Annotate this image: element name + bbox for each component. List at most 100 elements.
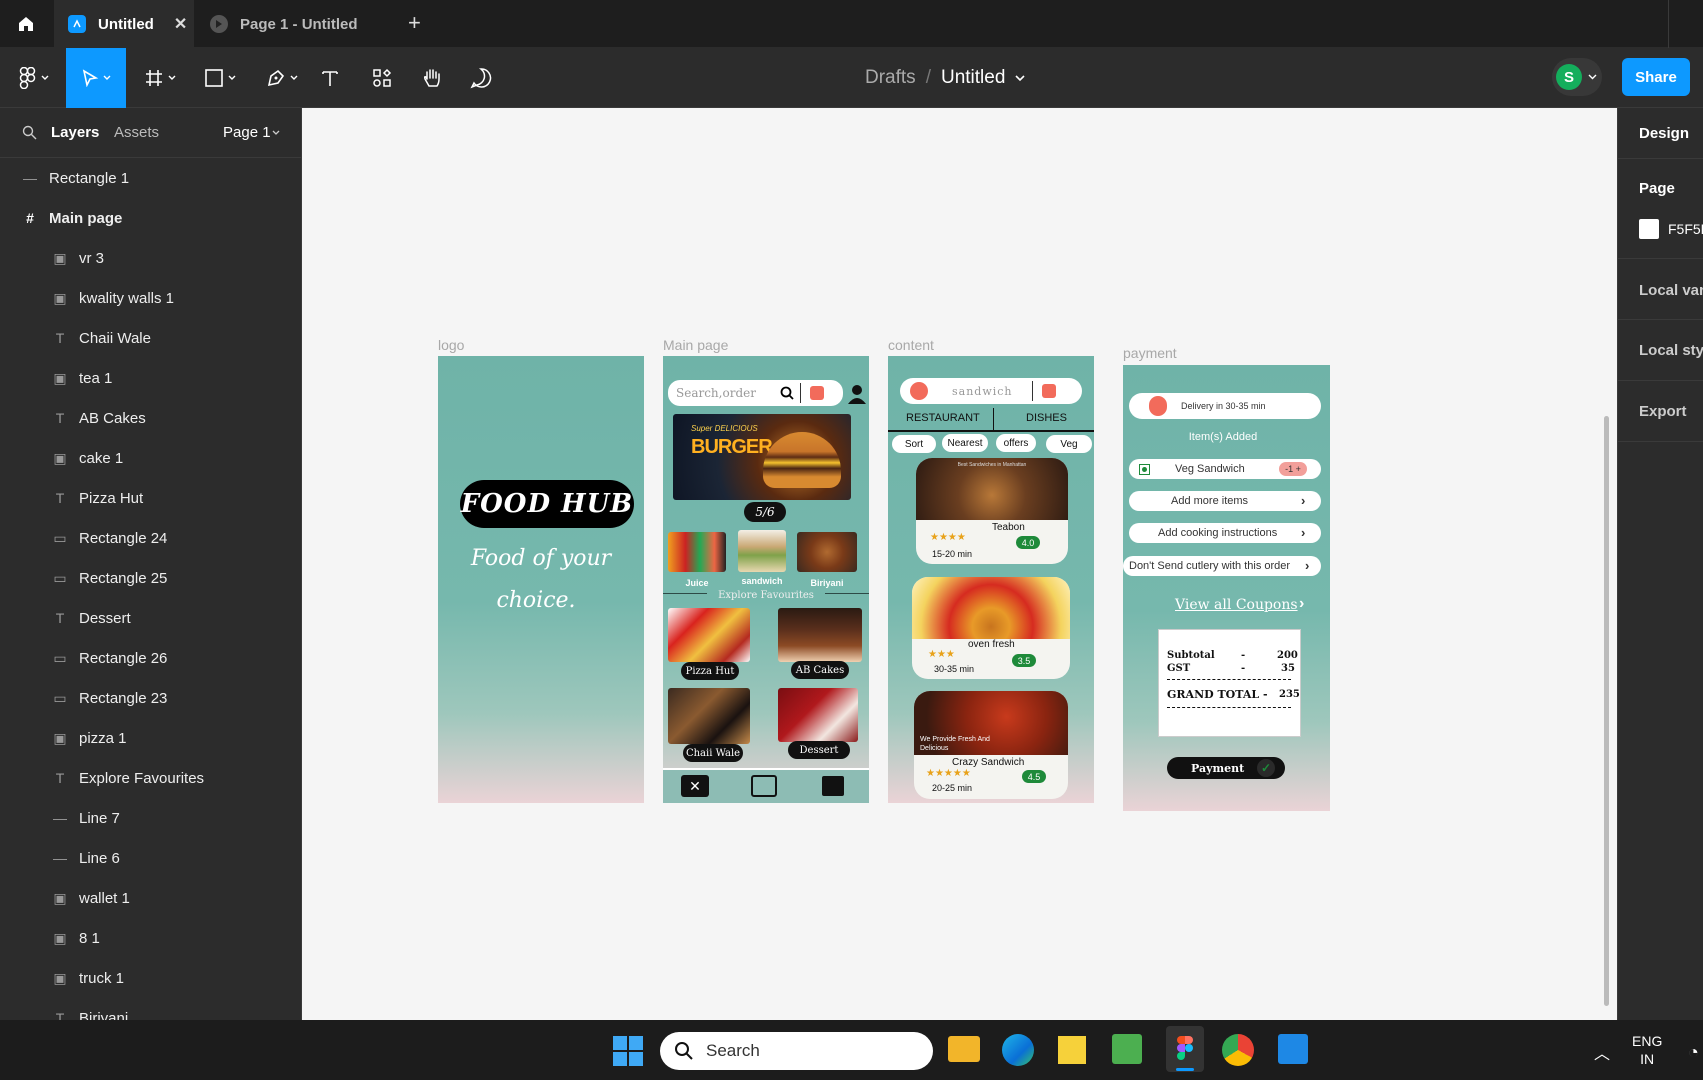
quantity-stepper[interactable]: -1 + (1279, 462, 1307, 476)
view-coupons-link[interactable]: View all Coupons (1175, 597, 1298, 613)
layer-row[interactable]: ▣ tea 1 (0, 358, 301, 398)
restaurant-card[interactable]: oven fresh ★★★ 3.5 30-35 min (912, 577, 1070, 679)
file-explorer-icon[interactable] (948, 1036, 980, 1062)
filter-offers[interactable]: offers (996, 434, 1036, 452)
burger-banner[interactable]: Super DELICIOUS BURGER (673, 414, 851, 500)
local-styles[interactable]: Local styles (1639, 342, 1703, 359)
cutlery-option[interactable]: Don't Send cutlery with this order › (1123, 556, 1321, 576)
layer-row[interactable]: ▭ Rectangle 23 (0, 678, 301, 718)
mic-icon[interactable] (810, 386, 824, 400)
pizza-image[interactable] (668, 608, 750, 662)
layer-row[interactable]: ▭ Rectangle 25 (0, 558, 301, 598)
layer-row[interactable]: ▣ pizza 1 (0, 718, 301, 758)
layer-row[interactable]: ▣ wallet 1 (0, 878, 301, 918)
figma-taskbar-icon[interactable] (1166, 1026, 1204, 1072)
add-more-items-button[interactable]: Add more items › (1129, 491, 1321, 511)
tab-layers[interactable]: Layers (51, 124, 99, 141)
windows-start-icon[interactable] (613, 1036, 643, 1066)
layer-row[interactable]: ▣ 8 1 (0, 918, 301, 958)
resources-tool-button[interactable] (370, 48, 394, 108)
profile-icon[interactable] (847, 383, 867, 405)
frame-label-payment[interactable]: payment (1123, 345, 1177, 361)
maps-icon[interactable] (1278, 1034, 1308, 1064)
truck-icon[interactable] (751, 775, 777, 797)
restaurant-card[interactable]: Best Sandwiches in Manhattan Teabon ★★★★… (916, 458, 1068, 564)
layer-row[interactable]: T Chaii Wale (0, 318, 301, 358)
layer-row[interactable]: — Line 6 (0, 838, 301, 878)
tab-assets[interactable]: Assets (114, 124, 159, 141)
file-name[interactable]: Untitled (941, 67, 1005, 89)
user-menu[interactable]: S (1552, 58, 1602, 96)
new-tab-icon[interactable]: + (408, 10, 421, 36)
layer-row[interactable]: # Main page (0, 198, 301, 238)
logo-frame[interactable]: FOOD HUB Food of your choice. (438, 356, 644, 803)
layer-row[interactable]: — Rectangle 1 (0, 158, 301, 198)
layer-row[interactable]: T AB Cakes (0, 398, 301, 438)
edge-icon[interactable] (1002, 1034, 1034, 1066)
back-icon[interactable] (1149, 396, 1167, 416)
layer-row[interactable]: ▣ cake 1 (0, 438, 301, 478)
wallet-icon[interactable] (822, 776, 844, 796)
comment-tool-button[interactable] (468, 48, 494, 108)
tab-page1[interactable]: Page 1 - Untitled (196, 0, 391, 48)
hand-tool-button[interactable] (418, 48, 446, 108)
tab-dishes[interactable]: DISHES (1026, 412, 1067, 424)
main-menu-button[interactable] (14, 48, 54, 108)
page-selector[interactable]: Page 1 (223, 124, 271, 141)
layer-row[interactable]: ▣ kwality walls 1 (0, 278, 301, 318)
layer-row[interactable]: T Pizza Hut (0, 478, 301, 518)
frame-label-main[interactable]: Main page (663, 337, 728, 353)
frame-label-content[interactable]: content (888, 337, 934, 353)
wifi-icon[interactable]: ◔ (1688, 1042, 1703, 1058)
dining-icon[interactable]: ✕ (681, 775, 709, 797)
filter-nearest[interactable]: Nearest (942, 434, 988, 452)
pen-tool-button[interactable] (260, 48, 304, 108)
layer-row[interactable]: ▭ Rectangle 26 (0, 638, 301, 678)
layer-row[interactable]: ▣ truck 1 (0, 958, 301, 998)
mic-icon[interactable] (1042, 384, 1056, 398)
restaurant-card[interactable]: We Provide Fresh And Delicious Crazy San… (914, 691, 1068, 799)
back-icon[interactable] (910, 382, 928, 400)
chevron-down-icon[interactable] (272, 130, 280, 136)
search-input[interactable]: Search,order (676, 386, 756, 400)
juice-image[interactable] (668, 532, 726, 572)
cake-image[interactable] (778, 608, 862, 662)
page-color-value[interactable]: F5F5F5 (1668, 221, 1703, 237)
shape-tool-button[interactable] (198, 48, 242, 108)
move-tool-button[interactable] (66, 48, 126, 108)
language-indicator[interactable]: ENG IN (1632, 1032, 1662, 1068)
tab-restaurant[interactable]: RESTAURANT (906, 412, 980, 424)
tab-untitled[interactable]: Untitled ✕ (54, 0, 194, 48)
biriyani-image[interactable] (797, 532, 857, 572)
search-icon[interactable] (22, 125, 37, 140)
search-bar[interactable]: sandwich (900, 378, 1082, 404)
layer-row[interactable]: — Line 7 (0, 798, 301, 838)
text-tool-button[interactable] (318, 48, 342, 108)
share-button[interactable]: Share (1622, 58, 1690, 96)
frame-label-logo[interactable]: logo (438, 337, 464, 353)
chevron-up-icon[interactable]: ︿ (1594, 1040, 1610, 1064)
main-page-frame[interactable]: Search,order Super DELICIOUS BURGER 5/6 … (663, 356, 869, 803)
filter-veg[interactable]: Veg (1046, 435, 1092, 453)
photos-icon[interactable] (1112, 1034, 1142, 1064)
sandwich-image[interactable] (738, 530, 786, 572)
dessert-image[interactable] (778, 688, 858, 742)
canvas[interactable]: logo FOOD HUB Food of your choice. Main … (302, 108, 1617, 1020)
chevron-down-icon[interactable] (1015, 74, 1025, 82)
tab-design[interactable]: Design (1639, 125, 1689, 142)
local-variables[interactable]: Local variables (1639, 282, 1703, 299)
layer-row[interactable]: ▣ vr 3 (0, 238, 301, 278)
payment-frame[interactable]: Delivery in 30-35 min Item(s) Added Veg … (1123, 365, 1330, 811)
frame-tool-button[interactable] (138, 48, 182, 108)
close-icon[interactable]: ✕ (174, 14, 187, 34)
search-input[interactable]: sandwich (952, 385, 1013, 398)
search-bar[interactable]: Search,order (668, 380, 843, 406)
search-icon[interactable] (780, 386, 794, 400)
layer-row[interactable]: T Biriyani (0, 998, 301, 1021)
filter-sort[interactable]: Sort (892, 435, 936, 453)
layer-row[interactable]: T Dessert (0, 598, 301, 638)
payment-button[interactable]: Payment ✓ (1167, 757, 1285, 779)
cooking-instructions-button[interactable]: Add cooking instructions › (1129, 523, 1321, 543)
tea-image[interactable] (668, 688, 750, 744)
sticky-notes-icon[interactable] (1058, 1036, 1086, 1064)
